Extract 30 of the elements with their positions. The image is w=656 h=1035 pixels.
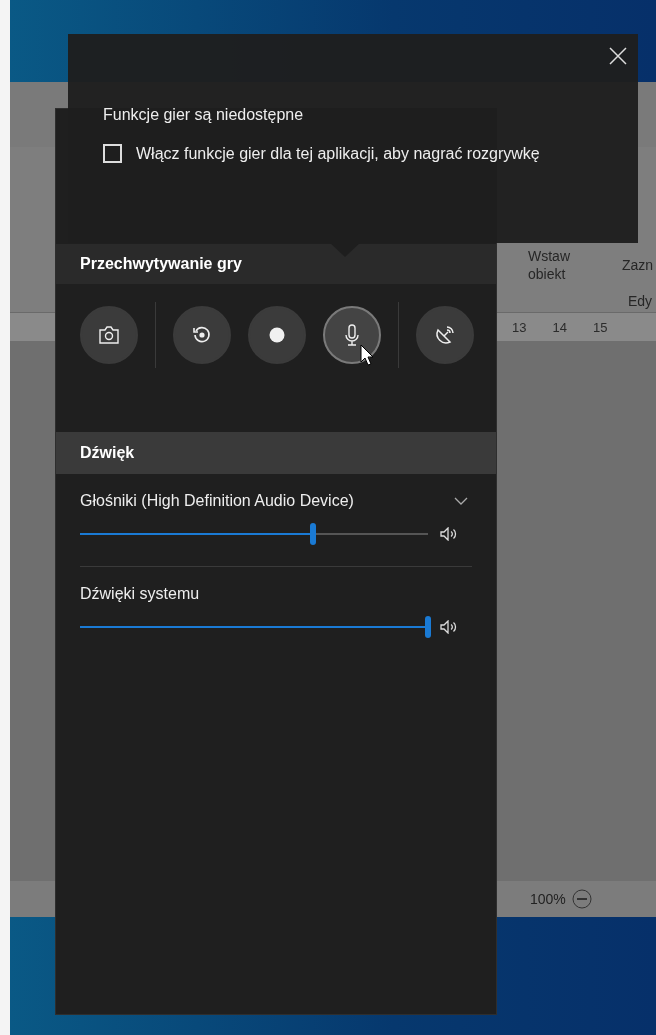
close-icon[interactable] [608,46,628,66]
speaker-icon[interactable] [440,527,458,541]
chevron-down-icon[interactable] [454,497,468,505]
ribbon-label: Wstaw obiekt [528,247,571,283]
zoom-level: 100% [530,891,566,907]
microphone-icon [345,324,359,346]
volume-slider[interactable] [80,523,428,545]
audio-channel-name: Głośniki (High Definition Audio Device) [80,492,354,510]
replay-icon [192,325,212,345]
ribbon-label: Edy [628,293,653,309]
zoom-out-icon[interactable] [571,889,592,909]
ruler-number: 13 [512,319,527,335]
satellite-dish-icon [434,324,456,346]
ruler-number: 14 [552,319,567,335]
section-title: Dźwięk [80,444,135,462]
slider-thumb[interactable] [425,616,431,638]
speaker-icon[interactable] [440,620,458,634]
ruler-number: 15 [592,319,608,335]
checkbox-label[interactable]: Włącz funkcje gier dla tej aplikacji, aby nagrać rozgrywkę [136,144,540,163]
volume-slider[interactable] [80,616,428,638]
microphone-button[interactable] [323,306,381,364]
notice-title: Funkcje gier są niedostępne [103,106,305,124]
record-icon [269,327,285,343]
checkbox[interactable] [103,144,122,163]
mouse-cursor-icon [360,344,374,366]
audio-channel-name: Dźwięki systemu [80,585,200,603]
ribbon-label: Zazn [622,257,654,273]
camera-icon [99,326,119,344]
section-title: Przechwytywanie gry [80,255,242,273]
slider-thumb[interactable] [310,523,317,545]
